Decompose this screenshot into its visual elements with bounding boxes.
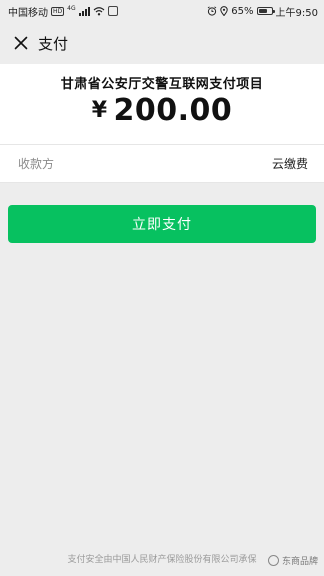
status-right: 65% 上午9:50	[207, 4, 318, 19]
currency-symbol: ¥	[91, 98, 108, 123]
payee-label: 收款方	[18, 157, 55, 171]
page-title: 支付	[38, 34, 69, 53]
battery-icon	[256, 7, 275, 15]
battery-fill	[258, 9, 267, 13]
signal-icon	[78, 6, 90, 16]
close-button[interactable]	[10, 32, 32, 54]
hd-badge: HD	[51, 6, 65, 16]
status-time: 上午9:50	[275, 7, 318, 19]
alarm-icon	[208, 6, 217, 16]
network-type: 4G	[67, 4, 76, 12]
payee-value: 云缴费	[271, 157, 308, 171]
status-bar: 中国移动 HD 4G 65% 上午9:50	[0, 0, 324, 22]
merchant-title: 甘肃省公安厅交警互联网支付项目	[60, 77, 264, 92]
watermark: 东商品牌	[267, 554, 318, 567]
carrier-name: 中国移动	[8, 7, 48, 19]
watermark-text: 东商品牌	[281, 557, 318, 567]
payee-row: 收款方 云缴费	[0, 144, 324, 183]
notification-icon	[107, 6, 118, 16]
payment-amount: ¥200.00	[0, 93, 324, 128]
nav-bar: 支付	[0, 22, 324, 64]
location-icon	[220, 6, 228, 16]
amount-value: 200.00	[113, 93, 233, 128]
pay-now-button[interactable]: 立即支付	[8, 205, 316, 243]
wifi-icon	[93, 7, 105, 16]
payment-screen: 中国移动 HD 4G 65% 上午9:50 支付 甘肃省公安厅交警互联网支付项目…	[0, 0, 324, 576]
close-icon	[14, 36, 28, 50]
battery-percent: 65%	[231, 5, 254, 17]
status-left: 中国移动 HD 4G	[8, 4, 118, 19]
watermark-icon	[267, 555, 279, 566]
payment-summary: 甘肃省公安厅交警互联网支付项目 ¥200.00	[0, 64, 324, 144]
